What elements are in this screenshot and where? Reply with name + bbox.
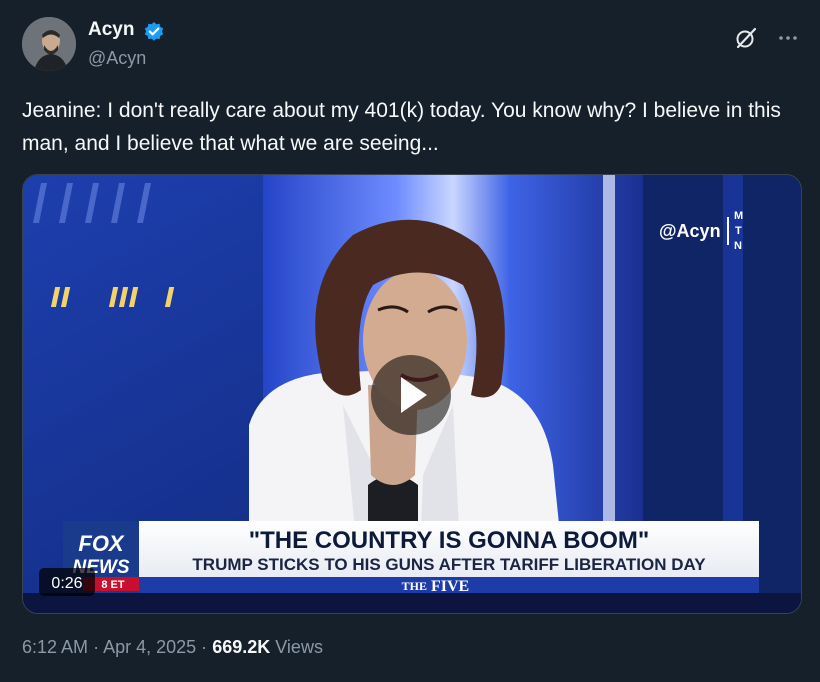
author-handle[interactable]: @Acyn [88,48,146,69]
show-prefix: THE [402,579,427,593]
tweet-meta: 6:12 AM · Apr 4, 2025 · 669.2K Views [22,637,323,658]
show-name: FIVE [431,578,469,595]
tweet-time[interactable]: 6:12 AM [22,637,88,657]
fox-logo-top: FOX [78,531,125,556]
svg-text:N: N [734,240,742,252]
meta-separator: · [93,637,100,657]
author-name[interactable]: Acyn [88,19,134,41]
tweet-text: Jeanine: I don't really care about my 40… [22,99,781,155]
play-button[interactable] [371,355,451,435]
svg-text:T: T [735,225,742,237]
meta-separator-2: · [201,637,208,657]
avatar-image [22,17,76,71]
grok-icon[interactable] [734,26,758,50]
video-duration: 0:26 [51,575,82,592]
tweet-date[interactable]: Apr 4, 2025 [103,637,196,657]
svg-text:M: M [734,210,743,222]
timezone-badge: 8 ET [101,579,125,591]
subheadline: TRUMP STICKS TO HIS GUNS AFTER TARIFF LI… [192,555,706,574]
video-frame: @Acyn M T N FOX NEWS 8 ET "THE COUNTRY I… [23,175,801,613]
verified-badge-icon [144,22,164,41]
video-player[interactable]: @Acyn M T N FOX NEWS 8 ET "THE COUNTRY I… [22,174,802,614]
more-options-icon[interactable] [776,26,800,50]
headline: "THE COUNTRY IS GONNA BOOM" [249,527,650,554]
author-avatar[interactable] [22,17,76,71]
watermark-handle: @Acyn [659,221,721,241]
views-count: 669.2K [212,637,271,657]
views-label: Views [275,637,323,657]
